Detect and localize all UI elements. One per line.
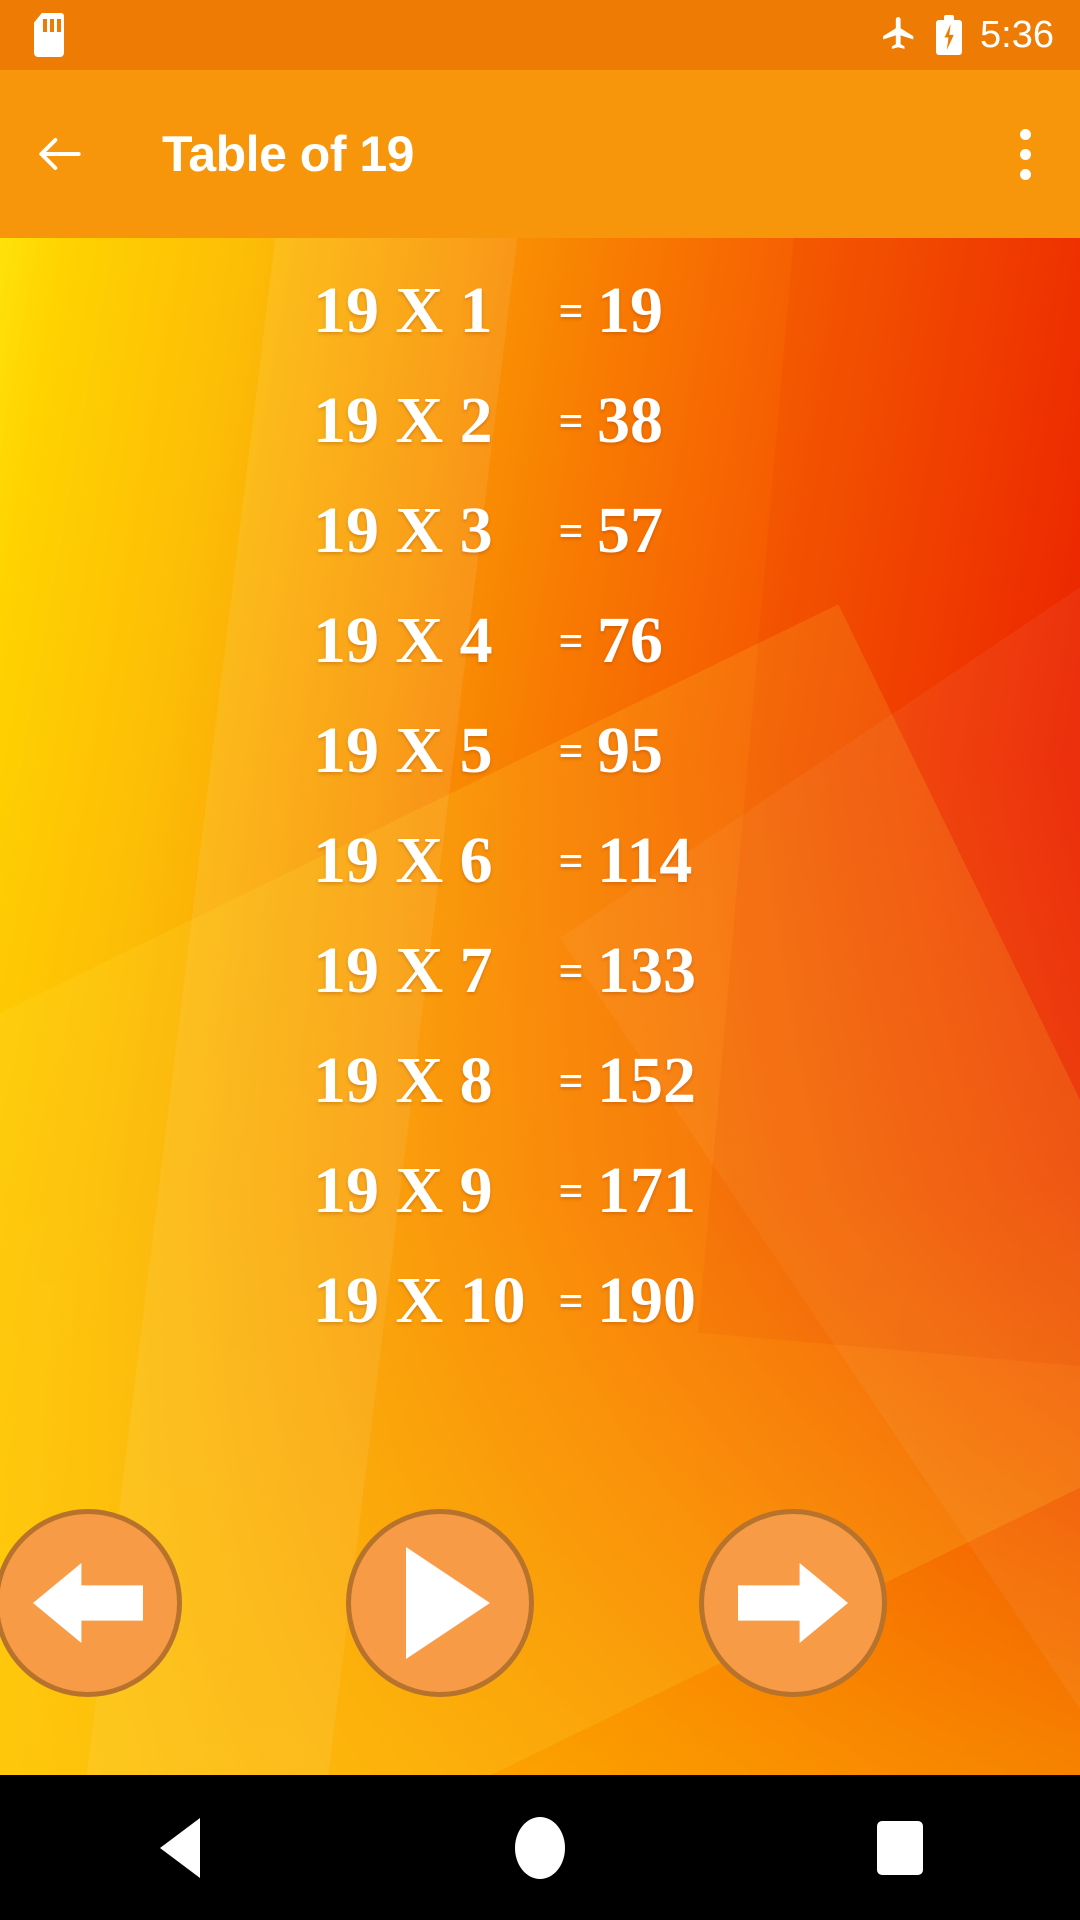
next-table-button[interactable] (699, 1509, 887, 1697)
table-row-result: 19 (597, 274, 663, 347)
status-bar-left (34, 13, 64, 57)
table-row-expression: 19 X 10 (313, 1264, 526, 1337)
circle-home-icon (515, 1816, 565, 1879)
table-row-result: 152 (597, 1044, 696, 1117)
overflow-menu-icon (1019, 148, 1031, 160)
app-bar: Table of 19 (0, 70, 1080, 238)
table-row-result: 171 (597, 1154, 696, 1227)
table-row: 19 X 2 = 38 (0, 366, 1080, 476)
table-row-expression: 19 X 3 (313, 494, 493, 567)
table-row-result: 76 (597, 604, 663, 677)
arrow-right-icon (738, 1563, 848, 1643)
table-row: 19 X 7 = 133 (0, 916, 1080, 1026)
table-row-equals: = (558, 396, 584, 446)
airplane-mode-icon (880, 14, 918, 57)
table-row: 19 X 3 = 57 (0, 476, 1080, 586)
table-row: 19 X 1 = 19 (0, 256, 1080, 366)
triangle-back-icon (160, 1817, 200, 1878)
table-row-equals: = (558, 506, 584, 556)
table-row-equals: = (558, 946, 584, 996)
content-area: 19 X 1 = 19 19 X 2 = 38 19 X 3 = 57 19 X… (0, 238, 1080, 1775)
table-row: 19 X 8 = 152 (0, 1026, 1080, 1136)
overflow-menu-icon (1019, 168, 1031, 180)
table-row-equals: = (558, 286, 584, 336)
table-row-equals: = (558, 1166, 584, 1216)
table-row-expression: 19 X 7 (313, 934, 493, 1007)
table-navigation-bar (0, 1483, 1080, 1723)
table-row: 19 X 4 = 76 (0, 586, 1080, 696)
back-arrow-icon (39, 138, 81, 170)
table-row-equals: = (558, 836, 584, 886)
overflow-menu-icon (1019, 128, 1031, 140)
square-recents-icon (877, 1820, 923, 1875)
back-button[interactable] (0, 70, 120, 238)
status-bar-right: 5:36 (880, 14, 1054, 57)
play-audio-button[interactable] (346, 1509, 534, 1697)
previous-table-button[interactable] (0, 1509, 182, 1697)
play-icon (406, 1547, 490, 1659)
system-back-button[interactable] (90, 1775, 270, 1920)
table-row-expression: 19 X 4 (313, 604, 493, 677)
table-row-equals: = (558, 1276, 584, 1326)
system-navigation-bar (0, 1775, 1080, 1920)
table-row-expression: 19 X 5 (313, 714, 493, 787)
multiplication-table-list: 19 X 1 = 19 19 X 2 = 38 19 X 3 = 57 19 X… (0, 238, 1080, 1578)
status-bar-clock: 5:36 (980, 13, 1054, 56)
overflow-menu-button[interactable] (970, 70, 1080, 238)
battery-charging-icon (936, 15, 963, 55)
table-row-result: 133 (597, 934, 696, 1007)
status-bar: 5:36 (0, 0, 1080, 70)
table-row: 19 X 6 = 114 (0, 806, 1080, 916)
table-row-result: 38 (597, 384, 663, 457)
page-title: Table of 19 (162, 126, 414, 182)
phone-screen: 5:36 Table of 19 19 X 1 = 19 19 X 2 = 38… (0, 0, 1080, 1920)
table-row: 19 X 5 = 95 (0, 696, 1080, 806)
table-row: 19 X 9 = 171 (0, 1136, 1080, 1246)
table-row-result: 95 (597, 714, 663, 787)
sd-card-icon (34, 13, 64, 57)
system-recents-button[interactable] (810, 1775, 990, 1920)
table-row-expression: 19 X 6 (313, 824, 493, 897)
system-home-button[interactable] (450, 1775, 630, 1920)
table-row-expression: 19 X 2 (313, 384, 493, 457)
table-row-expression: 19 X 9 (313, 1154, 493, 1227)
table-row: 19 X 10 = 190 (0, 1246, 1080, 1356)
table-row-equals: = (558, 1056, 584, 1106)
arrow-left-icon (33, 1563, 143, 1643)
table-row-equals: = (558, 726, 584, 776)
table-row-equals: = (558, 616, 584, 666)
table-row-result: 190 (597, 1264, 696, 1337)
table-row-result: 114 (597, 824, 693, 897)
table-row-result: 57 (597, 494, 663, 567)
table-row-expression: 19 X 8 (313, 1044, 493, 1117)
table-row-expression: 19 X 1 (313, 274, 493, 347)
